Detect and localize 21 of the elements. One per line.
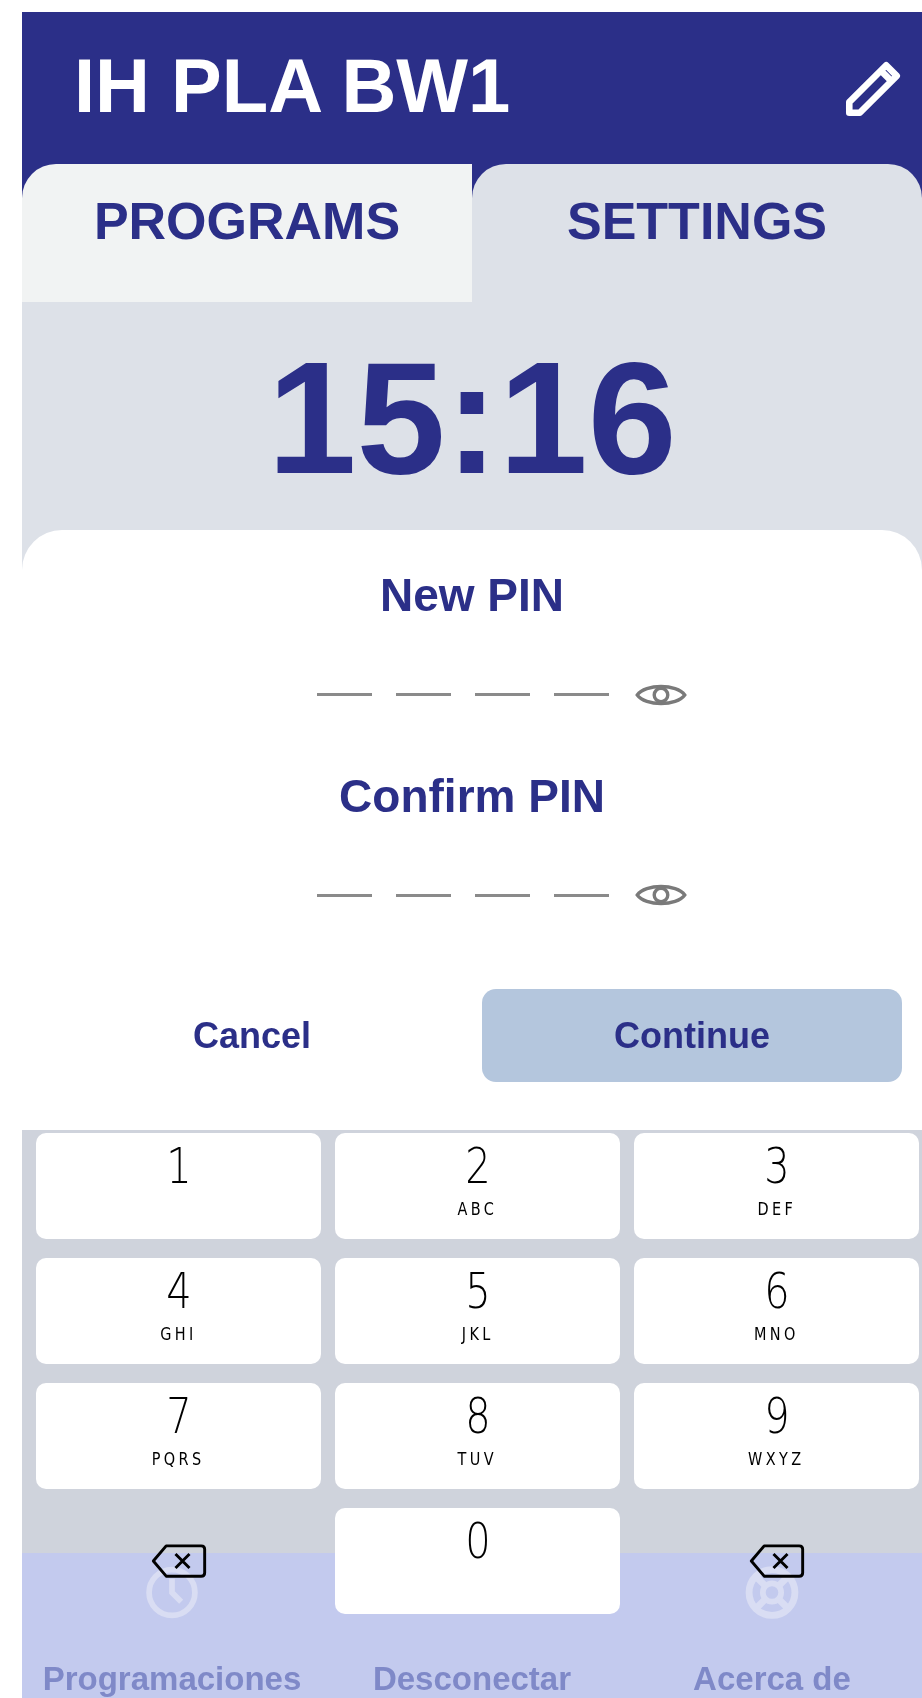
keypad-key[interactable]: 1 xyxy=(36,1133,321,1239)
tab[interactable]: PROGRAMS xyxy=(22,164,472,302)
pin-label: Confirm PIN xyxy=(339,770,605,822)
keypad-key[interactable]: 9 WXYZ xyxy=(634,1383,919,1489)
keypad-key[interactable]: 7 PQRS xyxy=(36,1383,321,1489)
keypad-key[interactable]: 6 MNO xyxy=(634,1258,919,1364)
backspace-icon[interactable] xyxy=(748,1543,805,1579)
pin-label: New PIN xyxy=(379,570,564,621)
keypad-key[interactable]: 3 DEF xyxy=(634,1133,919,1239)
keypad-key[interactable]: 4 GHI xyxy=(36,1258,321,1364)
clock-time: 15:16 xyxy=(267,327,677,509)
keypad-key[interactable]: 0 xyxy=(335,1508,620,1614)
backspace-icon[interactable] xyxy=(150,1543,207,1579)
device-title: IH PLA BW1 xyxy=(74,48,511,124)
keypad-key[interactable]: 8 TUV xyxy=(335,1383,620,1489)
keypad-key[interactable]: 2 ABC xyxy=(335,1133,620,1239)
pencil-icon[interactable] xyxy=(844,60,902,118)
cancel-button[interactable]: Cancel xyxy=(42,989,462,1083)
continue-button[interactable]: Continue xyxy=(482,989,902,1083)
tab[interactable]: SETTINGS xyxy=(472,164,922,302)
keypad-key[interactable]: 5 JKL xyxy=(335,1258,620,1364)
